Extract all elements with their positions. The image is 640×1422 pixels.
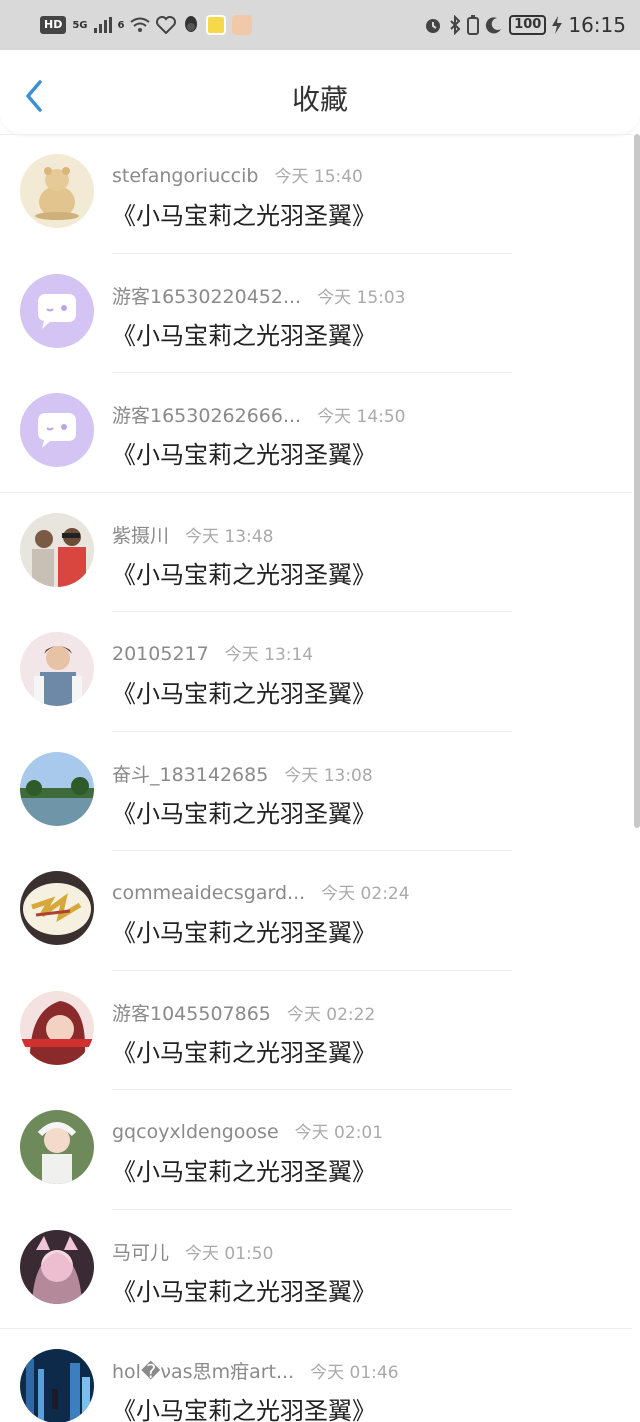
username: commeaidecsgard... 今天 02:24: [112, 882, 410, 904]
timestamp: 今天 01:46: [310, 1363, 399, 1383]
hd-badge: HD: [40, 16, 67, 34]
battery-small-icon: [467, 15, 480, 35]
list-item[interactable]: stefangoriuccib 今天 15:40 《小马宝莉之光羽圣翼》: [0, 134, 632, 254]
item-title: 《小马宝莉之光羽圣翼》: [112, 919, 376, 947]
status-bar: HD 5G 6 100 16:15: [0, 0, 640, 50]
username: 游客1045507865 今天 02:22: [112, 1002, 376, 1025]
alarm-icon: [426, 19, 441, 33]
item-title: 《小马宝莉之光羽圣翼》: [112, 321, 376, 350]
timestamp: 今天 02:01: [294, 1123, 384, 1143]
avatar[interactable]: [20, 1229, 94, 1304]
avatar[interactable]: [20, 990, 94, 1065]
avatar[interactable]: [20, 393, 94, 467]
list-item[interactable]: gqcoyxldengoose 今天 02:01 《小马宝莉之光羽圣翼》: [0, 1090, 632, 1210]
avatar[interactable]: [20, 1110, 94, 1184]
list-item[interactable]: hol�νas思m疳art... 今天 01:46 《小马宝莉之光羽圣翼》: [0, 1329, 632, 1422]
wifi-icon: [130, 17, 151, 32]
username: 紫摄川 今天 13:48: [112, 524, 274, 547]
timestamp: 今天 02:24: [321, 884, 410, 904]
bluetooth-icon: [450, 15, 461, 35]
heart-pulse-icon: [156, 16, 177, 34]
qq-penguin-icon: [185, 16, 198, 32]
username: 马可儿 今天 01:50: [112, 1241, 274, 1264]
avatar[interactable]: [20, 154, 94, 228]
item-title: 《小马宝莉之光羽圣翼》: [112, 441, 376, 469]
item-title: 《小马宝莉之光羽圣翼》: [112, 680, 376, 708]
list-item[interactable]: commeaidecsgard... 今天 02:24 《小马宝莉之光羽圣翼》: [0, 851, 632, 971]
timestamp: 今天 14:50: [317, 407, 406, 427]
username: stefangoriuccib 今天 15:40: [112, 165, 363, 187]
calendar-app-icon: [232, 15, 253, 35]
timestamp: 今天 15:40: [274, 167, 363, 187]
timestamp: 今天 13:14: [224, 645, 314, 665]
avatar[interactable]: [20, 871, 94, 945]
avatar[interactable]: [20, 512, 94, 587]
item-title: 《小马宝莉之光羽圣翼》: [112, 1158, 376, 1186]
favorites-list: stefangoriuccib 今天 15:40 《小马宝莉之光羽圣翼》 游客16…: [0, 134, 632, 1422]
list-item[interactable]: 游客16530262666... 今天 14:50 《小马宝莉之光羽圣翼》: [0, 373, 632, 493]
scrollbar[interactable]: [634, 134, 640, 828]
list-item[interactable]: 奋斗_183142685 今天 13:08 《小马宝莉之光羽圣翼》: [0, 732, 632, 851]
timestamp: 今天 02:22: [286, 1004, 376, 1025]
item-title: 《小马宝莉之光羽圣翼》: [112, 560, 376, 589]
moon-icon: [486, 17, 502, 34]
avatar[interactable]: [20, 1349, 94, 1422]
timestamp: 今天 13:48: [185, 526, 274, 547]
avatar[interactable]: [20, 273, 94, 348]
avatar[interactable]: [20, 632, 94, 706]
username: 20105217 今天 13:14: [112, 643, 314, 665]
item-title: 《小马宝莉之光羽圣翼》: [112, 799, 376, 828]
network-6-label: 6: [117, 19, 125, 31]
timestamp: 今天 01:50: [185, 1243, 274, 1264]
username: hol�νas思m疳art... 今天 01:46: [112, 1361, 399, 1383]
item-title: 《小马宝莉之光羽圣翼》: [112, 202, 376, 230]
list-item[interactable]: 游客16530220452... 今天 15:03 《小马宝莉之光羽圣翼》: [0, 254, 632, 373]
network-5g-label: 5G: [72, 19, 88, 31]
list-item[interactable]: 紫摄川 今天 13:48 《小马宝莉之光羽圣翼》: [0, 493, 632, 612]
charging-icon: [552, 16, 563, 34]
item-title: 《小马宝莉之光羽圣翼》: [112, 1277, 376, 1306]
signal-icon: [93, 17, 112, 33]
username: 游客16530262666... 今天 14:50: [112, 405, 406, 427]
username: gqcoyxldengoose 今天 02:01: [112, 1121, 384, 1143]
avatar[interactable]: [20, 751, 94, 826]
item-title: 《小马宝莉之光羽圣翼》: [112, 1397, 376, 1422]
timestamp: 今天 15:03: [317, 287, 406, 308]
list-item[interactable]: 马可儿 今天 01:50 《小马宝莉之光羽圣翼》: [0, 1210, 632, 1329]
page-title: 收藏: [291, 83, 348, 116]
chat-app-icon: [206, 15, 227, 35]
item-title: 《小马宝莉之光羽圣翼》: [112, 1038, 376, 1067]
app-header: 收藏: [0, 50, 640, 134]
username: 奋斗_183142685 今天 13:08: [112, 763, 373, 786]
status-left: HD 5G 6: [40, 15, 253, 35]
username: 游客16530220452... 今天 15:03: [112, 285, 406, 308]
timestamp: 今天 13:08: [284, 765, 373, 786]
list-item[interactable]: 游客1045507865 今天 02:22 《小马宝莉之光羽圣翼》: [0, 971, 632, 1090]
clock: 16:15: [568, 13, 626, 37]
list-item[interactable]: 20105217 今天 13:14 《小马宝莉之光羽圣翼》: [0, 612, 632, 732]
status-right: 100 16:15: [423, 13, 626, 37]
battery-level: 100: [509, 15, 547, 35]
